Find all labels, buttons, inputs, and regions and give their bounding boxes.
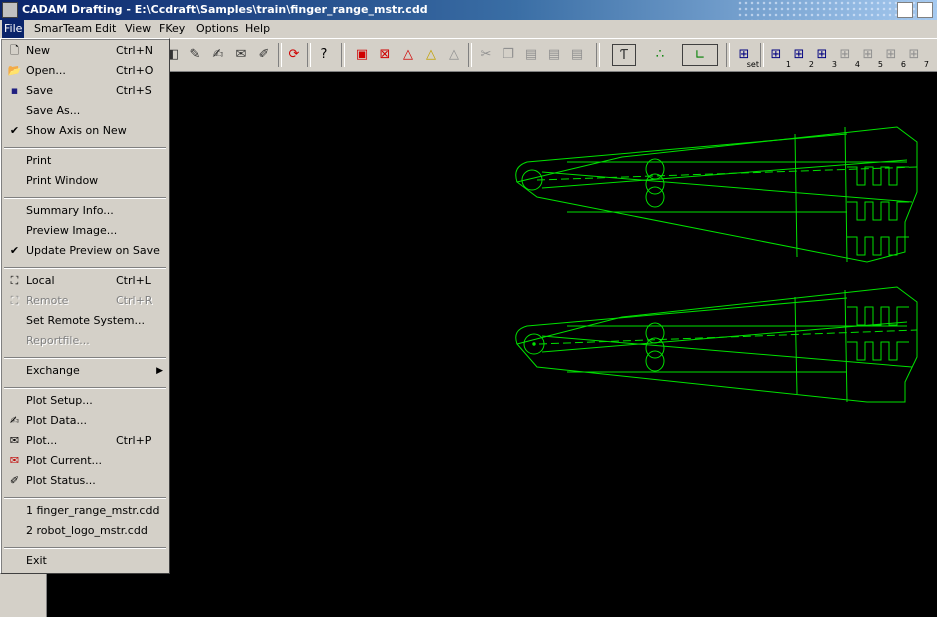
shapes-icon[interactable]: △ [398,44,418,64]
menu-item-exchange[interactable]: Exchange ▶ [3,361,167,381]
view-6-icon[interactable]: ⊞ 6 [881,44,906,70]
menu-item-preview-image[interactable]: Preview Image... [3,221,167,241]
menu-divider [4,267,166,269]
menu-edit[interactable]: Edit [93,22,118,35]
checkmark-icon: ✔ [9,244,20,257]
remote-icon: ⛶ [10,294,19,307]
menu-help[interactable]: Help [243,22,272,35]
paste-special-icon[interactable]: ▤ [544,44,564,64]
menu-divider [4,357,166,359]
menu-item-plot-data[interactable]: ✍ Plot Data... [3,411,167,431]
menu-item-update-preview[interactable]: ✔ Update Preview on Save [3,241,167,261]
layer-cross-icon[interactable]: ⊠ [375,44,395,64]
plot-data-icon: ✍ [9,414,20,427]
lower-joint-2 [645,337,665,359]
menu-item-set-remote[interactable]: Set Remote System... [3,311,167,331]
paste-icon[interactable]: ▤ [521,44,541,64]
set-icon[interactable]: ⊞ set [734,44,759,70]
shapes-yellow-icon[interactable]: △ [421,44,441,64]
restore-icon[interactable] [897,2,913,18]
app-icon[interactable] [2,2,18,18]
menu-item-plot-status[interactable]: ✐ Plot Status... [3,471,167,491]
close-icon[interactable] [917,2,933,18]
menu-item-show-axis[interactable]: ✔ Show Axis on New [3,121,167,141]
menu-item-plot[interactable]: ✉ Plot... Ctrl+P [3,431,167,451]
cad-drawing [515,126,918,403]
menu-file[interactable]: File [2,20,25,38]
view-4-icon[interactable]: ⊞ 4 [835,44,860,70]
menu-item-open[interactable]: 📂 Open... Ctrl+O [3,61,167,81]
view-5-icon[interactable]: ⊞ 5 [858,44,883,70]
title-bar: CADAM Drafting - E:\Ccdraft\Samples\trai… [0,0,937,20]
copy-icon[interactable]: ❐ [498,44,518,64]
menu-item-summary-info[interactable]: Summary Info... [3,201,167,221]
shapes-gray-icon[interactable]: △ [444,44,464,64]
menu-smarteam[interactable]: SmarTeam [32,22,94,35]
menu-item-local[interactable]: ⛶ Local Ctrl+L [3,271,167,291]
menu-item-print[interactable]: Print [3,151,167,171]
save-disk-icon: ▪ [10,84,19,97]
menu-item-exit[interactable]: Exit [3,551,167,571]
layer-icon[interactable]: ▣ [352,44,372,64]
view-2-icon[interactable]: ⊞ 2 [789,44,814,70]
local-icon: ⛶ [10,274,19,287]
points-icon[interactable]: ∴ [650,44,670,64]
plot-status-icon[interactable]: ✐ [254,44,274,64]
menu-item-print-window[interactable]: Print Window [3,171,167,191]
menu-divider [4,497,166,499]
drawing-canvas[interactable] [47,72,937,617]
plot-current-icon: ✉ [9,454,20,467]
menu-divider [4,547,166,549]
submenu-arrow-icon: ▶ [156,366,163,376]
menu-item-plot-current[interactable]: ✉ Plot Current... [3,451,167,471]
menu-item-recent-2[interactable]: 2 robot_logo_mstr.cdd [3,521,167,541]
view-7-label: 7 [923,60,929,69]
file-menu: 🗋 New Ctrl+N 📂 Open... Ctrl+O ▪ Save Ctr… [0,38,170,574]
lower-finger-arm [515,297,848,345]
axis-icon[interactable]: ∟ [682,44,718,66]
menu-item-save[interactable]: ▪ Save Ctrl+S [3,81,167,101]
menu-item-reportfile[interactable]: Reportfile... [3,331,167,351]
menu-divider [4,197,166,199]
view-1-icon[interactable]: ⊞ 1 [766,44,791,70]
refresh-icon[interactable]: ⟳ [284,44,304,64]
menu-item-save-as[interactable]: Save As... [3,101,167,121]
plot-status-icon: ✐ [9,474,20,487]
view-7-icon[interactable]: ⊞ 7 [904,44,929,70]
menu-divider [4,387,166,389]
menu-item-plot-setup[interactable]: Plot Setup... [3,391,167,411]
menu-item-remote[interactable]: ⛶ Remote Ctrl+R [3,291,167,311]
view-3-icon[interactable]: ⊞ 3 [812,44,837,70]
open-folder-icon: 📂 [7,64,22,77]
lower-joint-3 [645,350,665,372]
new-file-icon: 🗋 [10,44,19,57]
text-icon[interactable]: Ƭ [612,44,636,66]
pen-icon[interactable]: ✎ [185,44,205,64]
help-icon[interactable]: ? [314,44,334,64]
clipboard-icon[interactable]: ▤ [567,44,587,64]
menu-divider [4,147,166,149]
cut-icon[interactable]: ✂ [476,44,496,64]
menu-view[interactable]: View [123,22,153,35]
plot-icon: ✉ [9,434,20,447]
menu-fkey[interactable]: FKey [157,22,187,35]
menu-item-recent-1[interactable]: 1 finger_range_mstr.cdd [3,501,167,521]
menu-options[interactable]: Options [194,22,240,35]
upper-joint-2 [645,173,665,195]
upper-joint-3 [645,186,665,208]
plot-data-icon[interactable]: ✍ [208,44,228,64]
menu-bar: File SmarTeam Edit View FKey Options Hel… [0,20,937,38]
menu-item-new[interactable]: 🗋 New Ctrl+N [3,41,167,61]
window-title: CADAM Drafting - E:\Ccdraft\Samples\trai… [22,3,428,16]
set-label: set [746,60,759,69]
checkmark-icon: ✔ [9,124,20,137]
plot-icon[interactable]: ✉ [231,44,251,64]
